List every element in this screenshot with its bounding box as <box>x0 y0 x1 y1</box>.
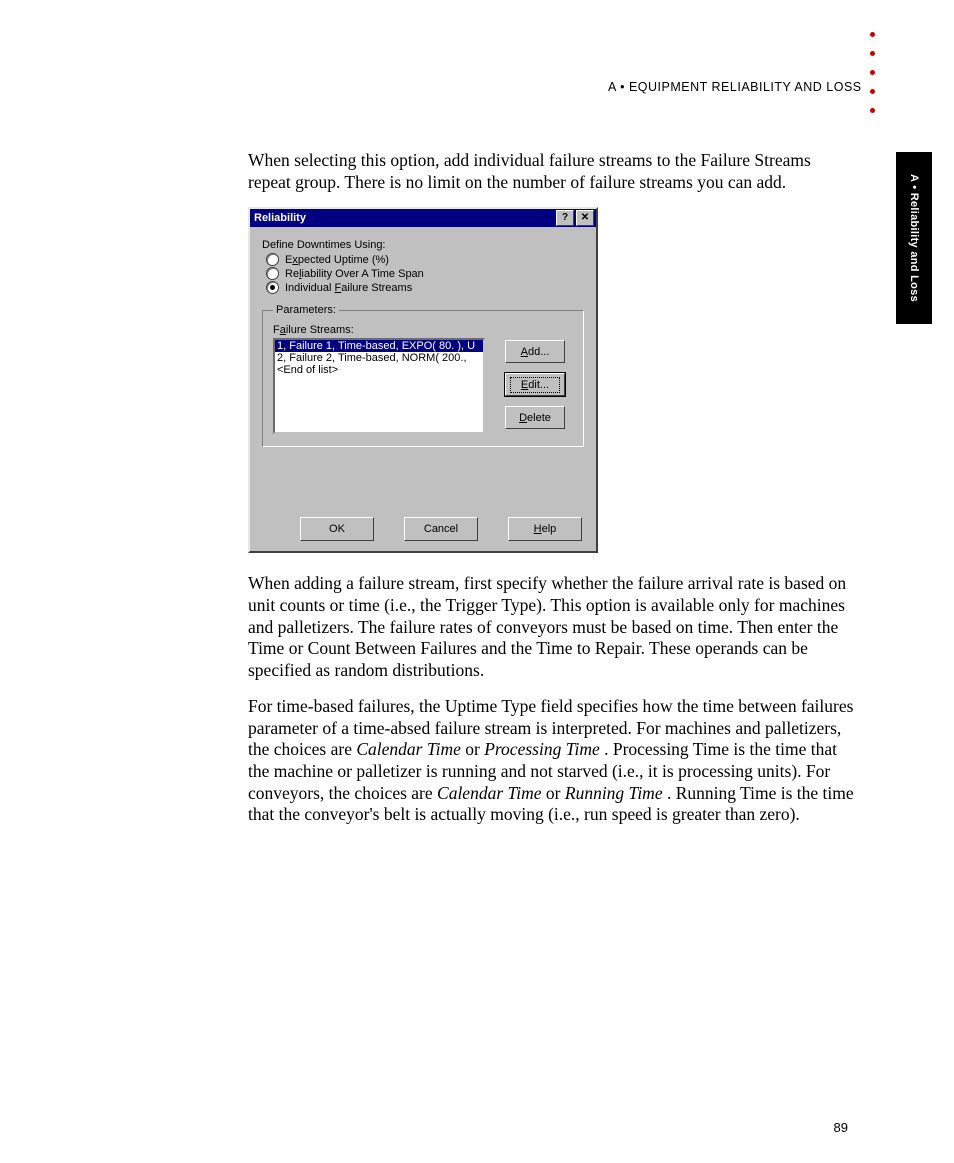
list-button-column: Add... Edit... Delete <box>505 338 565 429</box>
radio-reliability-span[interactable]: Reliability Over A Time Span <box>266 267 584 280</box>
dialog-title: Reliability <box>254 212 306 224</box>
dot-icon <box>870 89 875 94</box>
failure-streams-label: Failure Streams: <box>273 324 573 336</box>
titlebar-button-group: ? ✕ <box>556 210 594 226</box>
radio-icon <box>266 281 279 294</box>
dot-icon <box>870 70 875 75</box>
dialog-body: Define Downtimes Using: Expected Uptime … <box>250 227 596 551</box>
radio-icon <box>266 253 279 266</box>
paragraph-3: For time-based failures, the Uptime Type… <box>248 696 854 826</box>
paragraph-1: When selecting this option, add individu… <box>248 150 854 193</box>
dialog-screenshot: Reliability ? ✕ Define Downtimes Using: … <box>248 207 854 553</box>
radio-expected-uptime[interactable]: Expected Uptime (%) <box>266 253 584 266</box>
radio-icon <box>266 267 279 280</box>
running-header: A • EQUIPMENT RELIABILITY AND LOSS <box>608 80 862 94</box>
parameters-row: 1, Failure 1, Time-based, EXPO( 80. ), U… <box>273 338 573 434</box>
dialog-bottom-buttons: OK Cancel Help <box>262 517 584 541</box>
titlebar-help-button[interactable]: ? <box>556 210 574 226</box>
dot-icon <box>870 51 875 56</box>
page-number: 89 <box>834 1120 848 1135</box>
term-processing-time: Processing Time <box>484 739 600 759</box>
term-calendar-time: Calendar Time <box>356 739 461 759</box>
red-dot-column <box>870 32 875 113</box>
term-calendar-time-2: Calendar Time <box>437 783 542 803</box>
titlebar-close-button[interactable]: ✕ <box>576 210 594 226</box>
parameters-fieldset: Parameters: Failure Streams: 1, Failure … <box>262 304 584 447</box>
dialog-titlebar: Reliability ? ✕ <box>250 209 596 227</box>
side-tab-text: A • Reliability and Loss <box>908 174 920 302</box>
cancel-button[interactable]: Cancel <box>404 517 478 541</box>
header-text: A • EQUIPMENT RELIABILITY AND LOSS <box>608 80 862 94</box>
radio-label: Individual Failure Streams <box>285 282 412 294</box>
ok-button[interactable]: OK <box>300 517 374 541</box>
list-item[interactable]: 1, Failure 1, Time-based, EXPO( 80. ), U <box>275 340 483 352</box>
delete-button[interactable]: Delete <box>505 406 565 429</box>
fieldset-legend: Parameters: <box>273 304 339 316</box>
define-downtimes-label: Define Downtimes Using: <box>262 239 584 251</box>
paragraph-2: When adding a failure stream, first spec… <box>248 573 854 681</box>
reliability-dialog: Reliability ? ✕ Define Downtimes Using: … <box>248 207 598 553</box>
term-running-time: Running Time <box>565 783 663 803</box>
close-icon: ✕ <box>581 213 589 223</box>
page: A • EQUIPMENT RELIABILITY AND LOSS A • R… <box>0 0 954 1163</box>
list-item[interactable]: 2, Failure 2, Time-based, NORM( 200., <box>275 352 483 364</box>
dot-icon <box>870 108 875 113</box>
edit-button[interactable]: Edit... <box>505 373 565 396</box>
dot-icon <box>870 32 875 37</box>
help-button[interactable]: Help <box>508 517 582 541</box>
failure-streams-listbox[interactable]: 1, Failure 1, Time-based, EXPO( 80. ), U… <box>273 338 485 434</box>
list-item[interactable]: <End of list> <box>275 364 483 376</box>
radio-label: Reliability Over A Time Span <box>285 268 424 280</box>
question-icon: ? <box>562 213 568 223</box>
section-side-tab: A • Reliability and Loss <box>896 152 932 324</box>
body-column: When selecting this option, add individu… <box>248 150 854 840</box>
radio-individual-streams[interactable]: Individual Failure Streams <box>266 281 584 294</box>
add-button[interactable]: Add... <box>505 340 565 363</box>
radio-label: Expected Uptime (%) <box>285 254 389 266</box>
